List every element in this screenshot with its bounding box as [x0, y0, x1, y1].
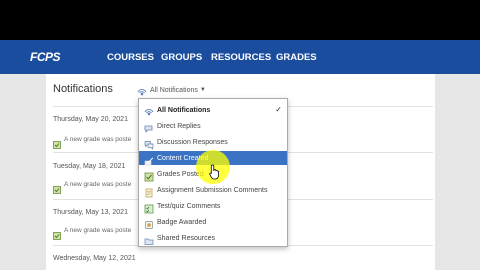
broadcast-icon [144, 105, 154, 116]
menu-item-shared-resources[interactable]: Shared Resources [139, 231, 287, 245]
menu-item-badge-awarded[interactable]: Badge Awarded [139, 215, 287, 229]
feed-entry-text: A new grade was poste [64, 227, 132, 234]
menu-item-label: Direct Replies [157, 122, 201, 130]
badge-icon [144, 217, 154, 229]
feed-date: Tuesday, May 18, 2021 [53, 163, 126, 170]
menu-item-label: Assignment Submission Comments [157, 186, 268, 194]
menu-item-label: Test/quiz Comments [157, 202, 221, 210]
feed-date: Wednesday, May 12, 2021 [53, 255, 136, 262]
reply-icon [144, 121, 154, 133]
feed-entry-text: A new grade was poste [64, 181, 132, 188]
grade-posted-icon [53, 227, 61, 240]
nav-courses[interactable]: COURSES [107, 52, 154, 63]
nav-resources[interactable]: RESOURCES [211, 52, 271, 63]
quiz-icon [144, 201, 154, 214]
content-created-icon [144, 153, 154, 166]
grade-posted-icon [53, 136, 61, 149]
checkmark-icon: ✓ [275, 105, 282, 114]
grades-icon [144, 169, 154, 182]
feed-date: Thursday, May 13, 2021 [53, 209, 128, 216]
menu-item-label: Shared Resources [157, 234, 215, 242]
feed-entry[interactable]: A new grade was poste [53, 135, 132, 149]
nav-grades[interactable]: GRADES [276, 52, 317, 63]
shared-resources-icon [144, 233, 154, 245]
page-title: Notifications [53, 83, 113, 95]
menu-item-label: Badge Awarded [157, 218, 207, 226]
assignment-icon [144, 185, 154, 198]
video-letterbox-top [0, 0, 480, 40]
chevron-down-icon: ▼ [199, 87, 206, 93]
menu-item-assignment-submission-comments[interactable]: Assignment Submission Comments [139, 183, 287, 198]
nav-groups[interactable]: GROUPS [161, 52, 202, 63]
menu-item-label: Discussion Responses [157, 138, 228, 146]
notification-filter-dropdown[interactable]: All Notifications ▼ [137, 84, 206, 96]
menu-item-test-quiz-comments[interactable]: Test/quiz Comments [139, 199, 287, 214]
grade-posted-icon [53, 181, 61, 194]
menu-item-all-notifications[interactable]: All Notifications ✓ [139, 103, 287, 117]
discussion-icon [144, 137, 154, 150]
hand-pointer-cursor-icon [209, 164, 220, 185]
feed-entry[interactable]: A new grade was poste [53, 180, 132, 194]
filter-label: All Notifications [150, 86, 198, 94]
feed-entry-text: A new grade was poste [64, 136, 132, 143]
menu-item-discussion-responses[interactable]: Discussion Responses [139, 135, 287, 150]
feed-date: Thursday, May 20, 2021 [53, 116, 128, 123]
menu-item-direct-replies[interactable]: Direct Replies [139, 119, 287, 133]
broadcast-icon [137, 85, 147, 96]
menu-item-label: All Notifications [157, 106, 211, 114]
feed-entry[interactable]: A new grade was poste [53, 226, 132, 240]
fcps-logo[interactable]: FCPS [30, 50, 61, 64]
